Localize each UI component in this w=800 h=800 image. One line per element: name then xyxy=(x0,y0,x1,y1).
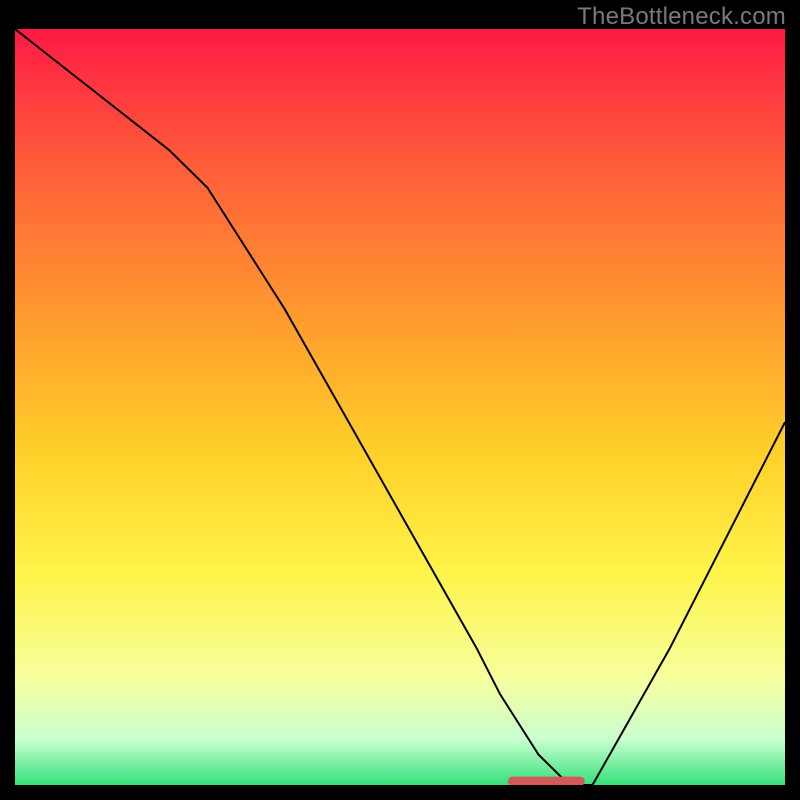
chart-frame xyxy=(15,29,785,785)
watermark-label: TheBottleneck.com xyxy=(577,3,786,31)
gradient-background xyxy=(15,29,785,785)
bottleneck-chart xyxy=(15,29,785,785)
optimal-range-marker xyxy=(508,777,585,785)
